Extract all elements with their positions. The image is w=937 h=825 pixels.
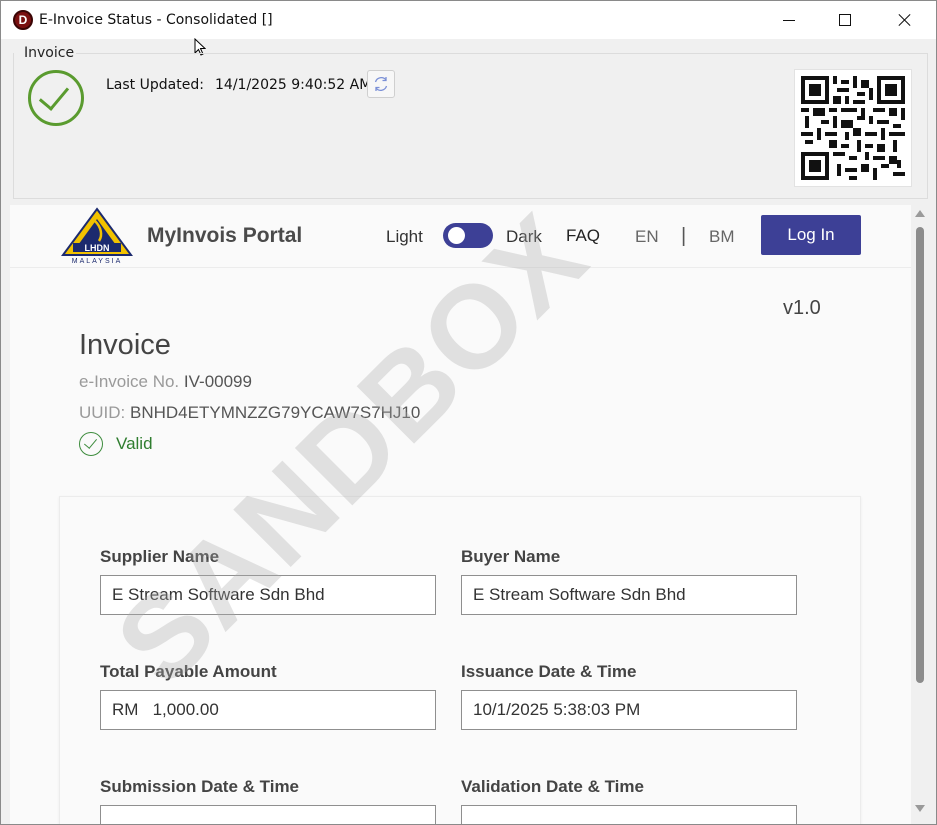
lang-separator: |: [681, 225, 687, 247]
validation-status: Valid: [79, 431, 153, 457]
title-bar[interactable]: D E-Invoice Status - Consolidated []: [1, 1, 936, 39]
lang-bm-link[interactable]: BM: [709, 227, 735, 247]
submission-date-label: Submission Date & Time: [100, 777, 300, 796]
minimize-icon: [783, 19, 795, 21]
minimize-button[interactable]: [766, 1, 812, 39]
maximize-icon: [839, 14, 851, 26]
total-payable-field[interactable]: RM 1,000.00: [100, 690, 436, 730]
qr-code-icon: [801, 76, 905, 180]
portal-header: LHDN MALAYSIA MyInvois Portal Light Dark…: [10, 205, 911, 268]
vertical-scrollbar[interactable]: [911, 205, 929, 824]
svg-text:MALAYSIA: MALAYSIA: [72, 258, 123, 265]
uuid-label: UUID:: [79, 403, 126, 422]
faq-link[interactable]: FAQ: [566, 226, 600, 246]
issuance-date-label: Issuance Date & Time: [461, 662, 637, 681]
refresh-button[interactable]: [367, 70, 395, 98]
buyer-name-field[interactable]: E Stream Software Sdn Bhd: [461, 575, 797, 615]
qr-code: [794, 69, 912, 187]
toggle-knob: [448, 227, 465, 244]
einvoice-number-label: e-Invoice No.: [79, 372, 180, 391]
total-payable-label: Total Payable Amount: [100, 662, 277, 681]
supplier-name-label: Supplier Name: [100, 547, 220, 566]
close-icon: [898, 13, 912, 27]
lhdn-logo[interactable]: LHDN MALAYSIA: [59, 207, 135, 265]
uuid-value: BNHD4ETYMNZZG79YCAW7S7HJ10: [130, 403, 421, 422]
close-button[interactable]: [882, 1, 928, 39]
issuance-date-field[interactable]: 10/1/2025 5:38:03 PM: [461, 690, 797, 730]
maximize-button[interactable]: [822, 1, 868, 39]
app-window: D E-Invoice Status - Consolidated [] Inv…: [0, 0, 937, 825]
uuid-row: UUID: BNHD4ETYMNZZG79YCAW7S7HJ10: [79, 403, 420, 423]
svg-text:LHDN: LHDN: [85, 243, 110, 253]
refresh-icon: [374, 77, 388, 91]
light-mode-label: Light: [386, 227, 423, 246]
invoice-heading: Invoice: [79, 329, 171, 361]
theme-toggle[interactable]: [443, 223, 493, 248]
lhdn-logo-icon: LHDN MALAYSIA: [61, 207, 133, 265]
invoice-groupbox: [13, 53, 928, 199]
valid-check-icon: [79, 432, 103, 456]
scroll-down-icon[interactable]: [915, 805, 925, 812]
scroll-thumb[interactable]: [916, 227, 924, 683]
invoice-details-card: Supplier Name E Stream Software Sdn Bhd …: [59, 496, 861, 824]
status-text: Valid: [116, 434, 153, 453]
last-updated-label: Last Updated:: [106, 77, 204, 93]
app-logo-icon: D: [13, 10, 33, 30]
dark-mode-label: Dark: [506, 227, 542, 246]
supplier-name-field[interactable]: E Stream Software Sdn Bhd: [100, 575, 436, 615]
einvoice-number: IV-00099: [183, 372, 252, 391]
validation-date-field[interactable]: [461, 805, 797, 824]
groupbox-border: [76, 53, 928, 54]
lang-en-link[interactable]: EN: [635, 227, 659, 247]
validation-date-label: Validation Date & Time: [461, 777, 644, 796]
version-label: v1.0: [783, 297, 821, 319]
groupbox-border-left: [13, 53, 14, 199]
portal-title: MyInvois Portal: [147, 224, 303, 247]
scroll-up-icon[interactable]: [915, 210, 925, 217]
submission-date-field[interactable]: [100, 805, 436, 824]
web-content[interactable]: LHDN MALAYSIA MyInvois Portal Light Dark…: [10, 205, 911, 824]
window-title: E-Invoice Status - Consolidated []: [39, 12, 273, 28]
last-updated-value: 14/1/2025 9:40:52 AM: [215, 77, 372, 93]
einvoice-number-row: e-Invoice No. IV-00099: [79, 372, 252, 392]
invoice-group-label: Invoice: [24, 45, 75, 61]
login-button[interactable]: Log In: [761, 215, 861, 255]
buyer-name-label: Buyer Name: [461, 547, 561, 566]
check-circle-icon: [28, 70, 84, 126]
